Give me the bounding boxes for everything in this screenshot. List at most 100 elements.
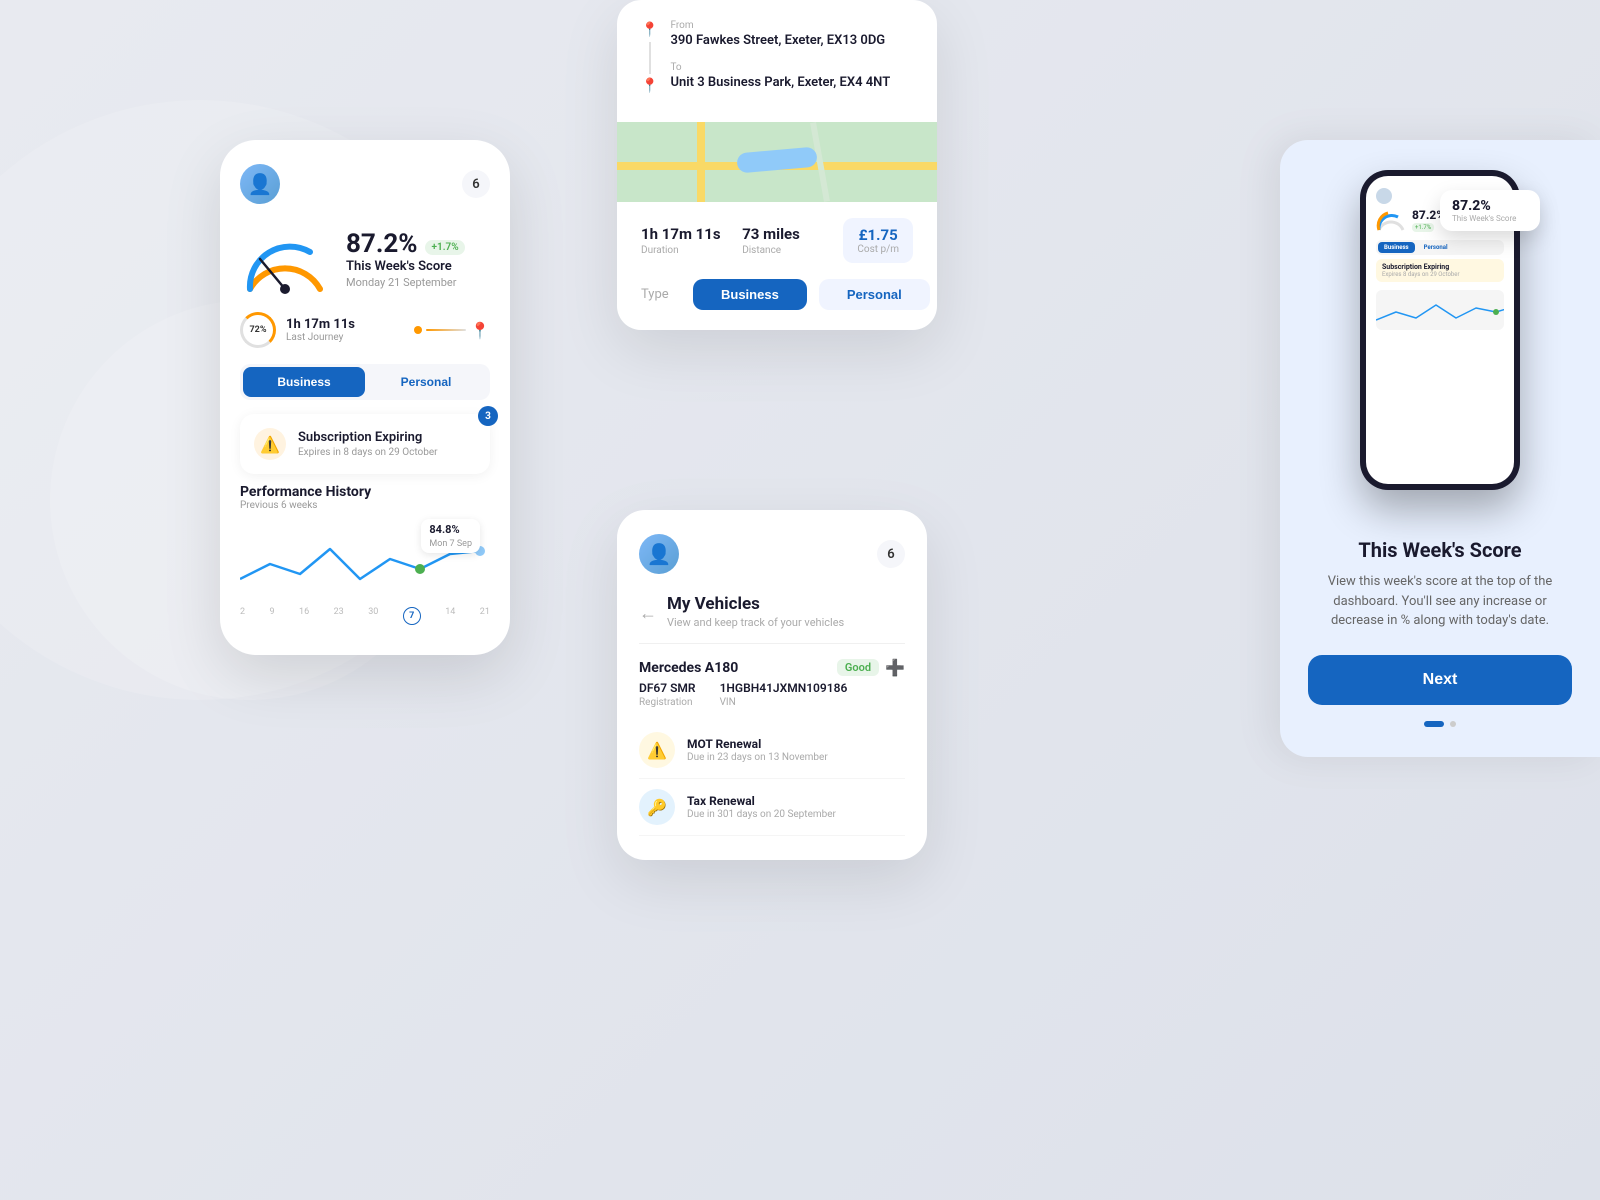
score-section: 87.2% +1.7% This Week's Score Monday 21 … (240, 224, 490, 294)
vehicles-subtitle: View and keep track of your vehicles (667, 616, 844, 629)
gauge-container (240, 224, 330, 294)
dashboard-phone-card: 👤 6 87.2% +1.7% This Week's Score Monday… (220, 140, 510, 655)
subscription-badge: 3 (478, 406, 498, 426)
vehicles-card: 👤 6 ← My Vehicles View and keep track of… (617, 510, 927, 860)
map-road-vertical (697, 122, 705, 202)
cost-value: £1.75 (857, 226, 899, 244)
tax-due: Due in 301 days on 20 September (687, 809, 836, 820)
floating-score-card: 87.2% This Week's Score (1440, 190, 1540, 231)
subscription-card: ⚠️ Subscription Expiring Expires in 8 da… (240, 414, 490, 474)
mot-service-row: ⚠️ MOT Renewal Due in 23 days on 13 Nove… (639, 722, 905, 779)
journey-time: 1h 17m 11s (286, 317, 355, 332)
next-button[interactable]: Next (1308, 655, 1572, 705)
add-vehicle-icon[interactable]: ➕ (885, 658, 905, 677)
journey-label: Last Journey (286, 332, 355, 343)
tax-title: Tax Renewal (687, 794, 836, 808)
back-arrow-btn[interactable]: ← (639, 603, 657, 624)
from-address: 390 Fawkes Street, Exeter, EX13 0DG (670, 33, 913, 48)
duration-label: Duration (641, 245, 742, 256)
journey-section: 72% 1h 17m 11s Last Journey 📍 (240, 310, 490, 350)
map-area (617, 122, 937, 202)
to-label: To (670, 62, 913, 73)
gauge-svg (240, 224, 330, 294)
cost-stat: £1.75 Cost p/m (843, 218, 913, 263)
chart-label-2: 2 (240, 607, 245, 625)
dot-2 (1450, 721, 1456, 727)
mini-chart-svg (1376, 290, 1504, 330)
floating-label: This Week's Score (1452, 214, 1528, 223)
type-business-btn[interactable]: Business (693, 279, 807, 310)
chart-label-9: 9 (270, 607, 275, 625)
vehicles-divider (639, 643, 905, 644)
chart-tooltip-date: Mon 7 Sep (429, 539, 472, 549)
vehicles-badge[interactable]: 6 (877, 540, 905, 568)
good-badge: Good (837, 659, 879, 676)
vehicles-title-row: ← My Vehicles View and keep track of you… (639, 590, 905, 629)
journey-left: 72% 1h 17m 11s Last Journey (240, 312, 355, 348)
to-address: Unit 3 Business Park, Exeter, EX4 4NT (670, 75, 913, 90)
type-toggle: Business Personal (240, 364, 490, 400)
chart-x-labels: 2 9 16 23 30 7 14 21 (240, 607, 490, 625)
route-row: 📍 📍 From 390 Fawkes Street, Exeter, EX13… (641, 20, 913, 94)
journey-gauge: 72% (240, 312, 276, 348)
dot-1 (1424, 721, 1444, 727)
score-label: This Week's Score (346, 259, 490, 274)
route-connector-line (649, 42, 651, 74)
route-card: 📍 📍 From 390 Fawkes Street, Exeter, EX13… (617, 0, 937, 330)
route-icon-col: 📍 📍 (641, 20, 658, 94)
chart-tooltip: 84.8% Mon 7 Sep (421, 519, 480, 553)
mini-sub-title: Subscription Expiring (1382, 263, 1498, 271)
mot-info: MOT Renewal Due in 23 days on 13 Novembe… (687, 737, 828, 763)
mini-toggle: Business Personal (1376, 240, 1504, 255)
duration-value: 1h 17m 11s (641, 225, 742, 243)
route-card-top: 📍 📍 From 390 Fawkes Street, Exeter, EX13… (617, 0, 937, 122)
route-start-dot (414, 326, 422, 334)
chart-label-23: 23 (334, 607, 344, 625)
score-change-badge: +1.7% (425, 240, 464, 255)
registration-value: DF67 SMR (639, 681, 696, 695)
subscription-info: Subscription Expiring Expires in 8 days … (298, 430, 438, 458)
vehicles-title: My Vehicles (667, 594, 844, 614)
business-toggle-btn[interactable]: Business (243, 367, 365, 397)
chart-label-30: 30 (368, 607, 378, 625)
vin-info: 1HGBH41JXMN109186 VIN (720, 681, 848, 708)
pagination-dots (1424, 721, 1456, 727)
onboarding-description: View this week's score at the top of the… (1308, 572, 1572, 631)
stats-row: 1h 17m 11s Duration 73 miles Distance £1… (617, 202, 937, 279)
vehicles-avatar: 👤 (639, 534, 679, 574)
vin-value: 1HGBH41JXMN109186 (720, 681, 848, 695)
vehicle-name: Mercedes A180 (639, 660, 738, 676)
avatar: 👤 (240, 164, 280, 204)
registration-info: DF67 SMR Registration (639, 681, 696, 708)
onboarding-title: This Week's Score (1358, 538, 1521, 562)
personal-toggle-btn[interactable]: Personal (365, 367, 487, 397)
chart-tooltip-value: 84.8% (429, 523, 459, 536)
type-row: Type Business Personal (617, 279, 937, 330)
route-end-icon: 📍 (470, 321, 490, 340)
journey-route: 📍 (414, 321, 490, 340)
vehicle-name-row: Mercedes A180 Good ➕ (639, 658, 905, 677)
distance-stat: 73 miles Distance (742, 225, 843, 256)
mini-personal: Personal (1418, 242, 1454, 253)
type-personal-btn[interactable]: Personal (819, 279, 930, 310)
subscription-title: Subscription Expiring (298, 430, 438, 445)
journey-info: 1h 17m 11s Last Journey (286, 317, 355, 343)
to-location-icon: 📍 (641, 78, 658, 94)
registration-label: Registration (639, 697, 696, 708)
tax-icon: 🔑 (639, 789, 675, 825)
distance-value: 73 miles (742, 225, 843, 243)
card-header: 👤 6 (240, 164, 490, 204)
vehicles-header: 👤 6 (639, 534, 905, 574)
chart-label-21: 21 (480, 607, 490, 625)
vehicle-details: DF67 SMR Registration 1HGBH41JXMN109186 … (639, 681, 905, 708)
score-percent: 87.2% (346, 229, 418, 259)
tax-service-row: 🔑 Tax Renewal Due in 301 days on 20 Sept… (639, 779, 905, 836)
duration-stat: 1h 17m 11s Duration (641, 225, 742, 256)
chart-label-7: 7 (403, 607, 421, 625)
from-location-icon: 📍 (641, 22, 658, 38)
perf-title: Performance History (240, 484, 490, 500)
vin-label: VIN (720, 697, 848, 708)
notification-badge[interactable]: 6 (462, 170, 490, 198)
route-line (426, 329, 466, 331)
subscription-subtitle: Expires in 8 days on 29 October (298, 447, 438, 458)
